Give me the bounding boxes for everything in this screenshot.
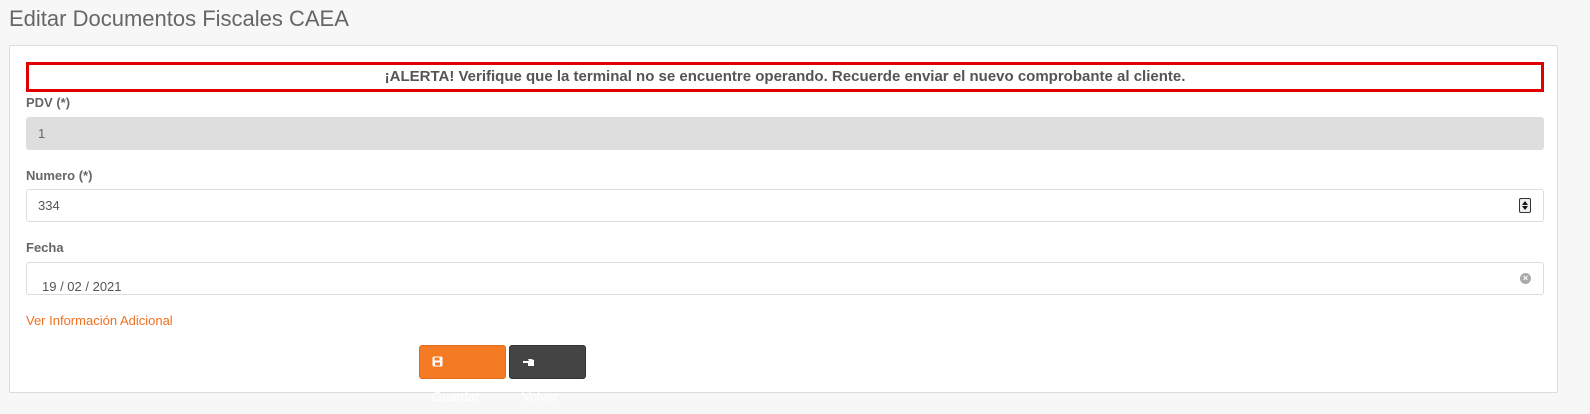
stepper-down-icon[interactable] [1522,206,1528,210]
save-button[interactable]: Guardar [419,345,506,404]
alert-banner: ¡ALERTA! Verifique que la terminal no se… [26,62,1544,92]
fecha-label: Fecha [26,240,64,255]
numero-input[interactable]: 334 [26,189,1544,222]
floppy-icon [432,346,443,380]
stepper-up-icon[interactable] [1522,201,1528,205]
save-label: Guardar [432,389,480,404]
form-panel: ¡ALERTA! Verifique que la terminal no se… [9,45,1558,404]
numero-value: 334 [38,198,60,213]
back-label: Volver [522,389,559,404]
fecha-value: 19 / 02 / 2021 [42,279,122,294]
fecha-input[interactable]: 19 / 02 / 2021 × [26,262,1544,295]
page-title: Editar Documentos Fiscales CAEA [9,6,349,31]
pdv-value: 1 [38,126,46,141]
clear-date-icon[interactable]: × [1520,273,1531,284]
back-button[interactable]: Volver [509,345,586,404]
number-stepper[interactable] [1519,198,1531,213]
pdv-label: PDV (*) [26,95,71,110]
hand-point-left-icon [522,346,536,380]
numero-label: Numero (*) [26,168,93,183]
pdv-field: 1 [26,117,1544,150]
more-info-link[interactable]: Ver Información Adicional [26,313,173,328]
